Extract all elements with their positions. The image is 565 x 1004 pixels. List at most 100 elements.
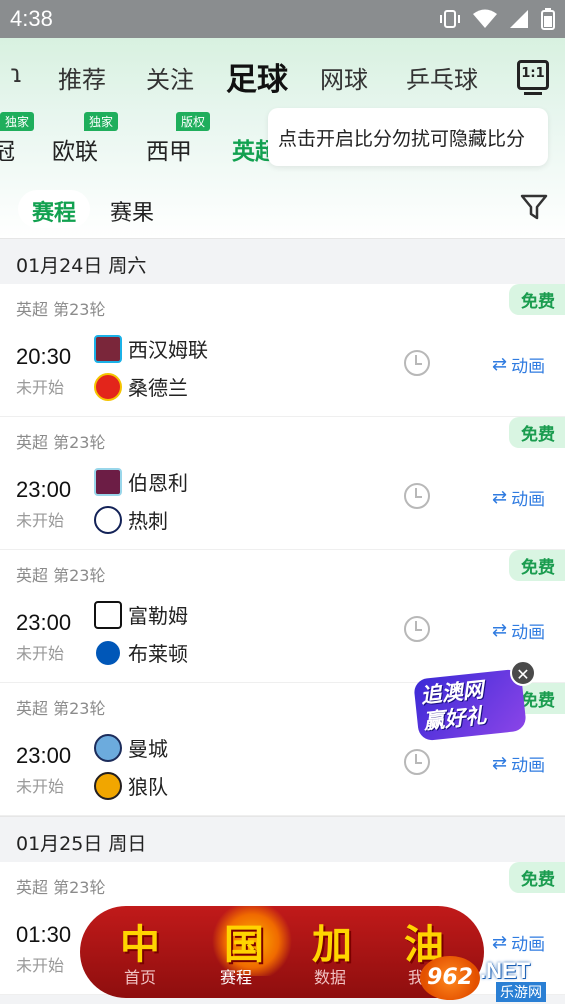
nav-home[interactable]: 首页 bbox=[124, 964, 156, 988]
watermark-logo: 962 bbox=[420, 956, 480, 1000]
score-tooltip[interactable]: 点击开启比分勿扰可隐藏比分 bbox=[268, 108, 548, 166]
exclusive-badge: 独家 bbox=[84, 112, 119, 131]
team-crest-icon bbox=[94, 334, 122, 363]
kickoff-time: 20:30 bbox=[16, 344, 72, 369]
close-icon[interactable]: ✕ bbox=[510, 660, 536, 686]
animation-label: 动画 bbox=[511, 935, 546, 955]
team-crest-icon bbox=[94, 771, 122, 800]
home-team-name: 富勒姆 bbox=[128, 604, 188, 628]
team-crest-icon bbox=[94, 505, 122, 534]
home-team: 伯恩利 bbox=[94, 467, 188, 496]
site-watermark: 962 .NET 乐游网 bbox=[420, 956, 565, 1004]
competition-label: 英超 第23轮 bbox=[16, 433, 106, 452]
animation-icon: ⇄ bbox=[492, 487, 508, 508]
home-team: 富勒姆 bbox=[94, 600, 188, 629]
away-team: 布莱顿 bbox=[94, 638, 188, 667]
competition-label: 英超 第23轮 bbox=[16, 878, 106, 897]
away-team-name: 桑德兰 bbox=[128, 376, 188, 400]
competition-label: 英超 第23轮 bbox=[16, 699, 106, 718]
free-badge: 免费 bbox=[509, 550, 565, 581]
animation-icon: ⇄ bbox=[492, 354, 508, 375]
ad-banner[interactable]: 追澳网 赢好礼 bbox=[413, 668, 527, 742]
vibrate-icon bbox=[439, 8, 461, 34]
tab-recommend[interactable]: 推荐 bbox=[58, 60, 106, 95]
tab-schedule[interactable]: 赛程 bbox=[18, 190, 91, 228]
team-crest-icon bbox=[94, 638, 122, 667]
league-partial[interactable]: 冠 bbox=[0, 132, 15, 166]
watermark-site: .NET bbox=[480, 958, 531, 983]
schedule-subtabs: 赛程 赛果 bbox=[0, 186, 565, 230]
match-state: 未开始 bbox=[16, 378, 65, 397]
tab-football[interactable]: 足球 bbox=[226, 54, 288, 99]
kickoff-time: 23:00 bbox=[16, 477, 72, 502]
free-badge: 免费 bbox=[509, 862, 565, 893]
animation-button[interactable]: ⇄ 动画 bbox=[492, 751, 545, 776]
match-state: 未开始 bbox=[16, 511, 65, 530]
animation-icon: ⇄ bbox=[492, 753, 508, 774]
wifi-icon bbox=[473, 9, 497, 33]
floating-ad[interactable]: 追澳网 赢好礼 ✕ bbox=[413, 660, 536, 742]
tab-table-tennis[interactable]: 乒乓球 bbox=[406, 60, 478, 95]
kickoff-time: 23:00 bbox=[16, 610, 72, 635]
tab-partial[interactable]: ɿ bbox=[10, 60, 23, 88]
animation-button[interactable]: ⇄ 动画 bbox=[492, 618, 545, 643]
reminder-clock-icon[interactable] bbox=[404, 749, 430, 775]
banner-char: 加 bbox=[312, 922, 352, 968]
match-row[interactable]: 英超 第23轮 免费 23:00 未开始 伯恩利 热刺 ⇄ 动画 bbox=[0, 417, 565, 550]
nav-schedule[interactable]: 赛程 bbox=[220, 964, 252, 988]
sport-tabs: ɿ 推荐 关注 足球 网球 乒乓球 1:1 bbox=[0, 54, 565, 99]
home-team-name: 曼城 bbox=[128, 737, 168, 761]
reminder-clock-icon[interactable] bbox=[404, 350, 430, 376]
match-state: 未开始 bbox=[16, 777, 65, 796]
team-crest-icon bbox=[94, 372, 122, 401]
animation-button[interactable]: ⇄ 动画 bbox=[492, 485, 545, 510]
animation-icon: ⇄ bbox=[492, 620, 508, 641]
away-team-name: 热刺 bbox=[128, 509, 168, 533]
animation-label: 动画 bbox=[511, 623, 546, 643]
header: ɿ 推荐 关注 足球 网球 乒乓球 1:1 独家 冠 独家 欧联 版权 西甲 英… bbox=[0, 38, 565, 238]
free-badge: 免费 bbox=[509, 284, 565, 315]
status-bar: 4:38 bbox=[0, 0, 565, 38]
reminder-clock-icon[interactable] bbox=[404, 616, 430, 642]
status-time: 4:38 bbox=[10, 6, 53, 31]
animation-button[interactable]: ⇄ 动画 bbox=[492, 930, 545, 955]
kickoff-time: 01:30 bbox=[16, 922, 72, 947]
tab-results[interactable]: 赛果 bbox=[96, 190, 168, 228]
tab-tennis[interactable]: 网球 bbox=[320, 60, 368, 95]
competition-label: 英超 第23轮 bbox=[16, 300, 106, 319]
home-team-name: 伯恩利 bbox=[128, 471, 188, 495]
banner-char: 国 bbox=[224, 922, 264, 968]
home-team: 西汉姆联 bbox=[94, 334, 208, 363]
tab-follow[interactable]: 关注 bbox=[146, 60, 194, 95]
match-state: 未开始 bbox=[16, 644, 65, 663]
free-badge: 免费 bbox=[509, 417, 565, 448]
competition-label: 英超 第23轮 bbox=[16, 566, 106, 585]
animation-icon: ⇄ bbox=[492, 932, 508, 953]
animation-label: 动画 bbox=[511, 357, 546, 377]
match-list: 01月24日 周六 英超 第23轮 免费 20:30 未开始 西汉姆联 桑德兰 … bbox=[0, 238, 565, 1004]
reminder-clock-icon[interactable] bbox=[404, 483, 430, 509]
signal-icon bbox=[509, 9, 529, 33]
nav-data[interactable]: 数据 bbox=[314, 964, 346, 988]
away-team-name: 布莱顿 bbox=[128, 642, 188, 666]
league-laliga[interactable]: 西甲 bbox=[146, 132, 192, 166]
away-team-name: 狼队 bbox=[128, 775, 168, 799]
tv-icon[interactable]: 1:1 bbox=[517, 60, 549, 95]
animation-button[interactable]: ⇄ 动画 bbox=[492, 352, 545, 377]
match-state: 未开始 bbox=[16, 956, 65, 975]
animation-label: 动画 bbox=[511, 490, 546, 510]
banner-char: 中 bbox=[120, 922, 160, 968]
home-team: 曼城 bbox=[94, 733, 168, 762]
away-team: 狼队 bbox=[94, 771, 168, 800]
home-team-name: 西汉姆联 bbox=[128, 338, 208, 362]
copyright-badge: 版权 bbox=[176, 112, 211, 131]
league-europa[interactable]: 欧联 bbox=[52, 132, 98, 166]
date-header: 01月25日 周日 bbox=[0, 816, 565, 862]
kickoff-time: 23:00 bbox=[16, 743, 72, 768]
filter-icon[interactable] bbox=[519, 192, 549, 222]
match-row[interactable]: 英超 第23轮 免费 20:30 未开始 西汉姆联 桑德兰 ⇄ 动画 bbox=[0, 284, 565, 417]
team-crest-icon bbox=[94, 600, 122, 629]
away-team: 热刺 bbox=[94, 505, 168, 534]
date-header: 01月24日 周六 bbox=[0, 238, 565, 284]
away-team: 桑德兰 bbox=[94, 372, 188, 401]
